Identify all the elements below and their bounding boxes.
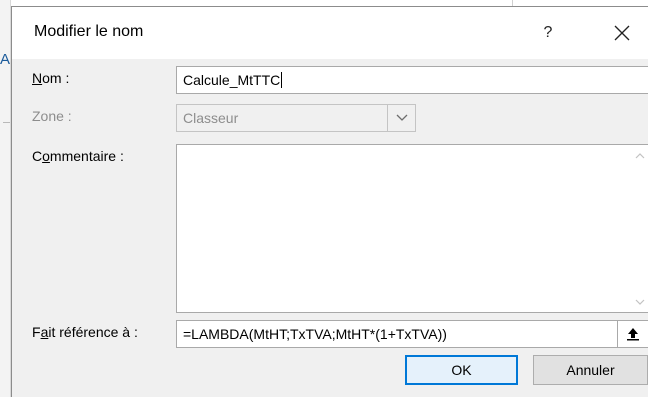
ok-button[interactable]: OK	[405, 355, 518, 385]
refers-to-label-pre: F	[32, 324, 41, 340]
background-divider	[3, 122, 10, 123]
name-label-text: om :	[42, 70, 70, 86]
help-button[interactable]: ?	[532, 17, 564, 49]
chevron-down-icon	[635, 299, 644, 305]
edit-name-dialog: Modifier le nom ? Nom : Calcule_MtTTC Zo…	[11, 6, 648, 397]
screen: A Modifier le nom ? Nom : Calcule_MtTTC …	[0, 0, 648, 397]
close-icon	[614, 25, 630, 41]
comment-label-text: mmentaire :	[49, 148, 124, 164]
text-caret	[281, 72, 283, 88]
refers-to-input[interactable]: =LAMBDA(MtHT;TxTVA;MtHT*(1+TxTVA))	[176, 320, 618, 348]
scroll-down-button[interactable]	[631, 293, 648, 310]
chevron-down-icon	[396, 114, 407, 121]
cancel-button[interactable]: Annuler	[533, 355, 648, 385]
zone-select[interactable]: Classeur	[176, 104, 416, 132]
refers-to-label: Fait référence à :	[32, 324, 138, 340]
dialog-titlebar[interactable]: Modifier le nom ?	[12, 7, 648, 59]
collapse-dialog-icon	[627, 328, 639, 341]
zone-dropdown-button[interactable]	[387, 105, 415, 131]
comment-textarea[interactable]	[176, 144, 648, 313]
dialog-title: Modifier le nom	[34, 23, 144, 40]
comment-scrollbar[interactable]	[631, 145, 648, 312]
name-input-value: Calcule_MtTTC	[183, 72, 281, 88]
name-input[interactable]: Calcule_MtTTC	[176, 66, 648, 94]
background-cell-text: A	[0, 51, 11, 68]
name-label: Nom :	[32, 70, 69, 86]
comment-label-pre: C	[32, 148, 43, 164]
close-button[interactable]	[608, 19, 636, 47]
zone-select-value: Classeur	[183, 110, 239, 126]
refers-to-label-text: it référence à :	[48, 324, 138, 340]
comment-label: Commentaire :	[32, 148, 124, 164]
chevron-up-icon	[635, 152, 644, 158]
scroll-up-button[interactable]	[631, 147, 648, 164]
comment-label-accel: o	[42, 148, 50, 164]
name-label-accel: N	[32, 70, 43, 86]
collapse-dialog-button[interactable]	[618, 320, 648, 348]
zone-label: Zone :	[32, 108, 72, 124]
